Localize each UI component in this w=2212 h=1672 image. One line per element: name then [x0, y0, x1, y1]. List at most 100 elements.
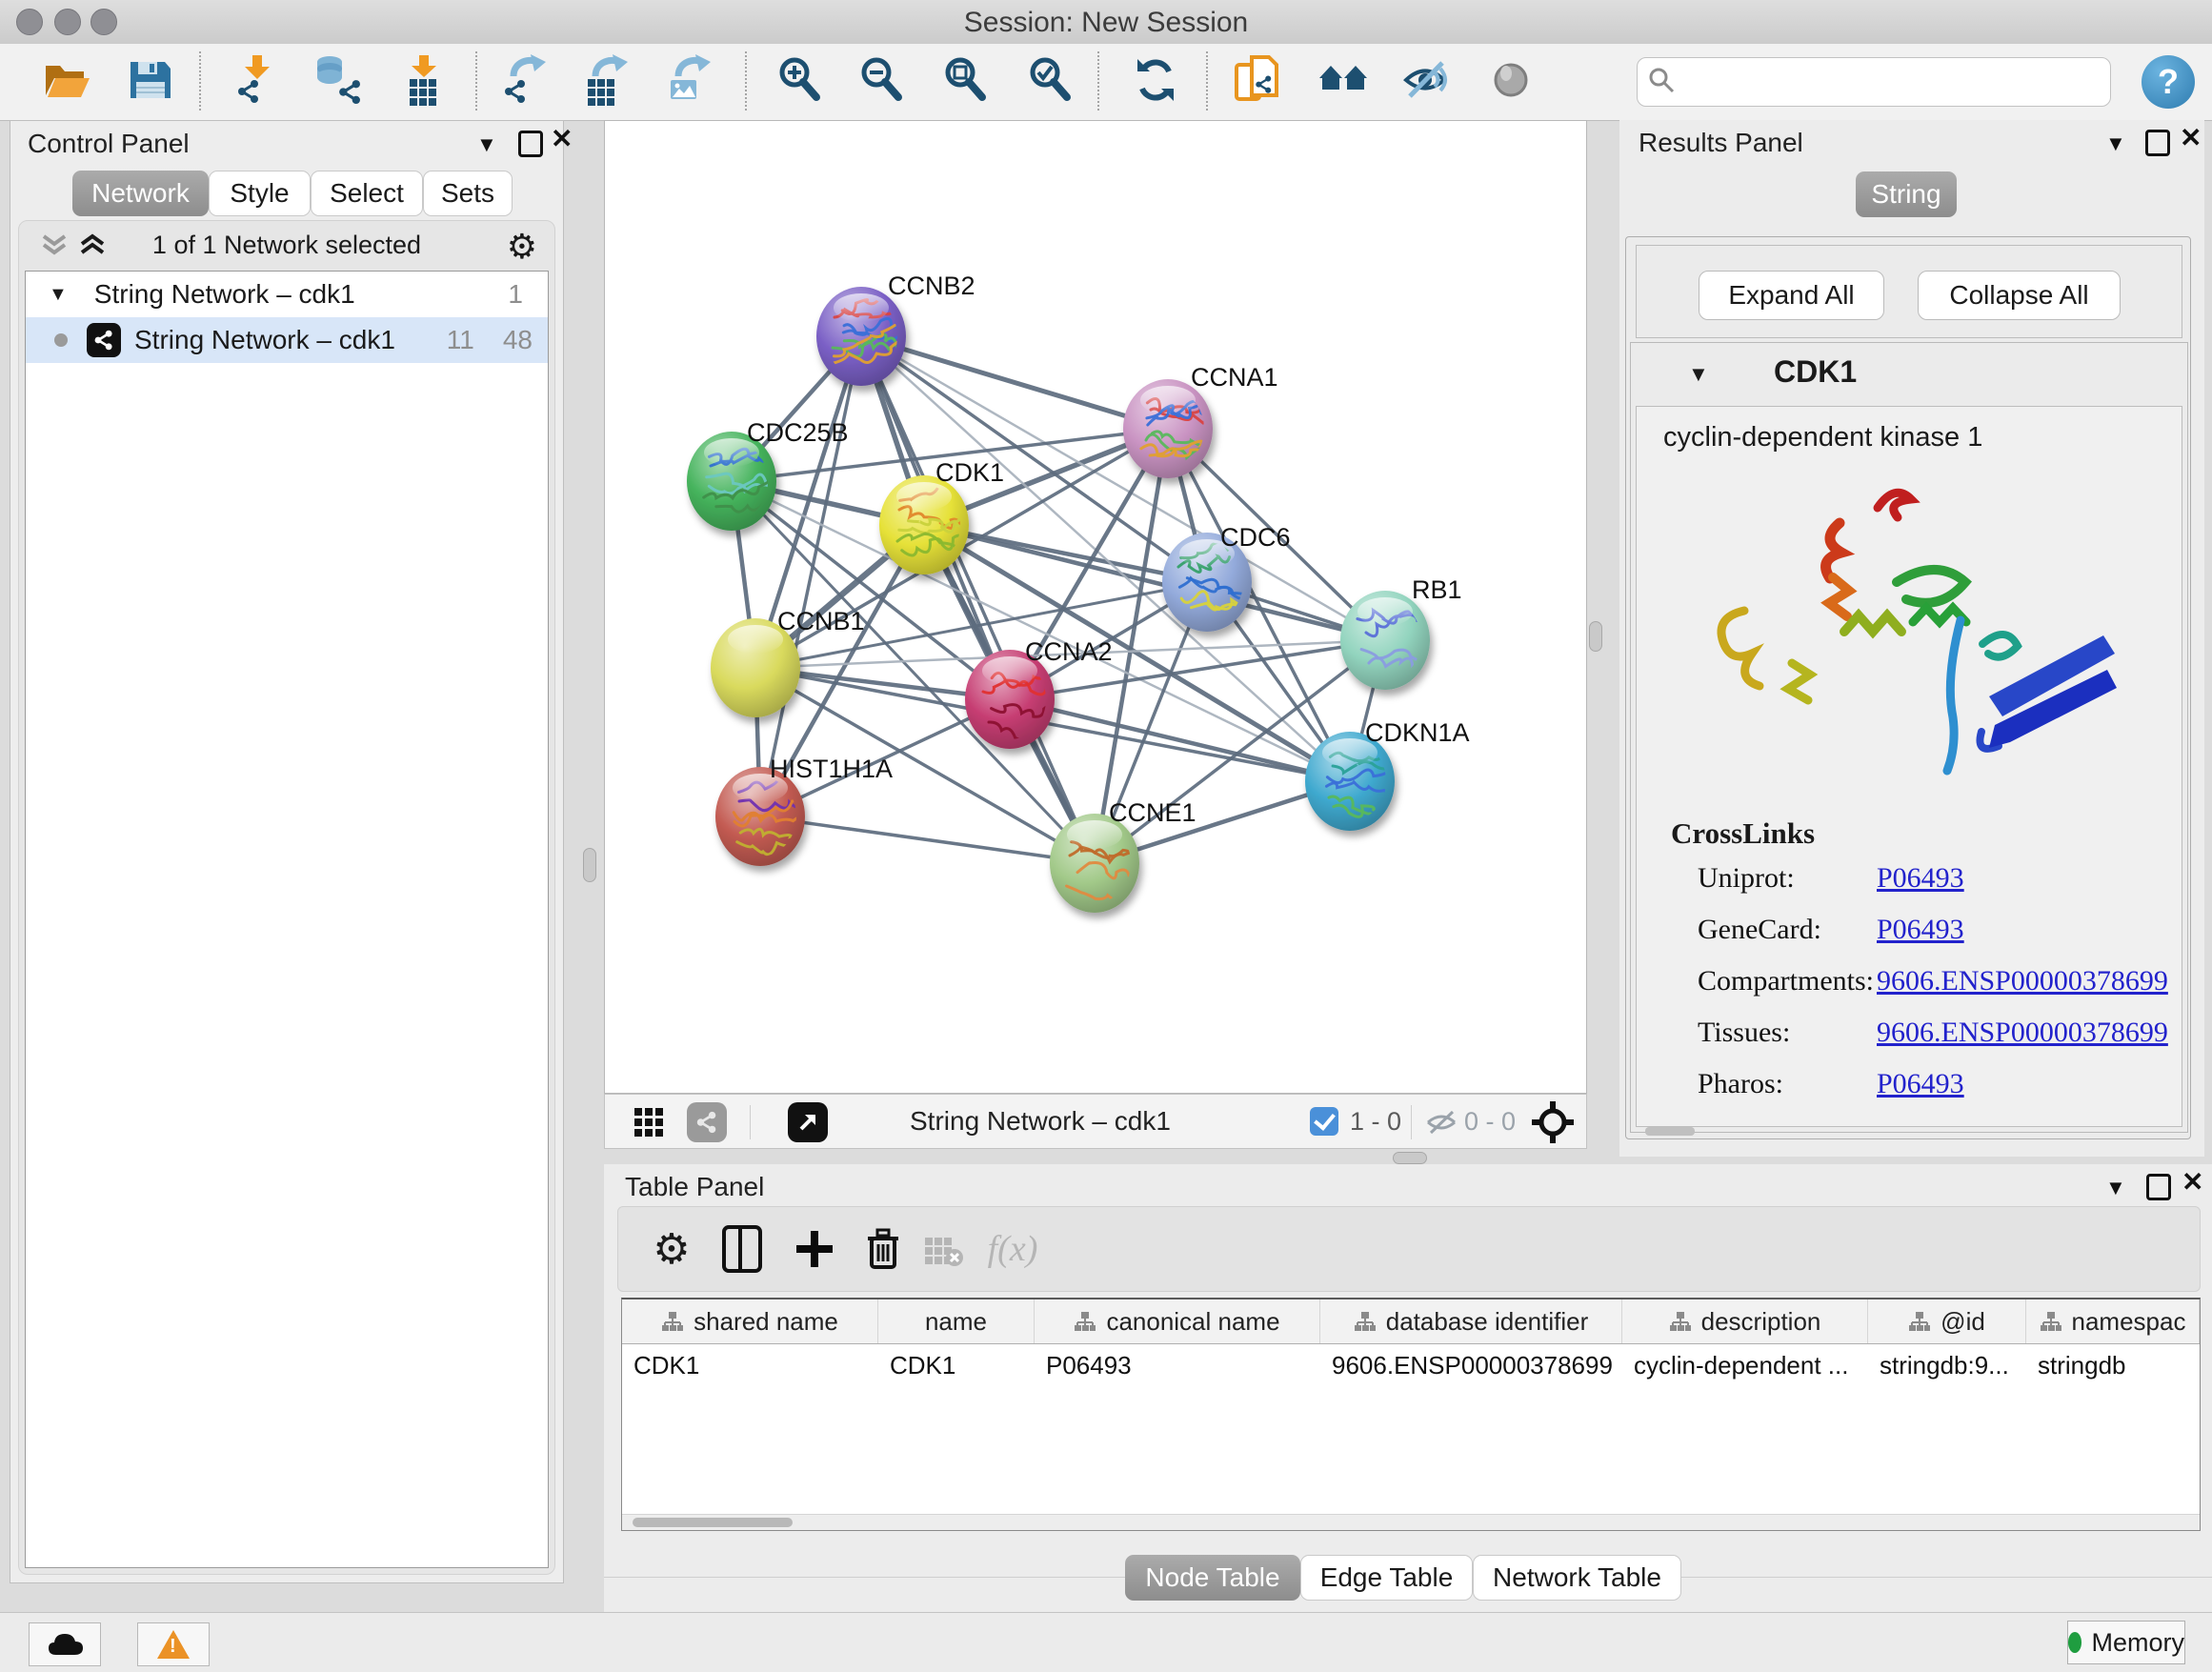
- save-session-button[interactable]: [124, 53, 179, 109]
- right-splitter-handle[interactable]: [1589, 621, 1602, 652]
- zoom-selected-button[interactable]: [1024, 53, 1079, 109]
- hide-graphics-details-button[interactable]: [1401, 53, 1457, 109]
- homes-button[interactable]: [1317, 53, 1373, 109]
- cell[interactable]: cyclin-dependent ...: [1622, 1344, 1868, 1386]
- results-panel-menu-caret-icon[interactable]: ▼: [2105, 131, 2126, 156]
- table-row[interactable]: CDK1CDK1P064939606.ENSP00000378699cyclin…: [622, 1344, 2200, 1386]
- zoom-fit-button[interactable]: [939, 53, 995, 109]
- tree-expander-icon[interactable]: ▼: [49, 284, 68, 306]
- expand-all-button[interactable]: Expand All: [1699, 271, 1884, 320]
- network-edge[interactable]: [760, 816, 1095, 863]
- column-header-database-identifier[interactable]: database identifier: [1320, 1299, 1622, 1343]
- gear-tool-button[interactable]: ⚙: [643, 1220, 700, 1278]
- open-session-button[interactable]: [40, 53, 95, 109]
- results-panel-close-button[interactable]: ✕: [2180, 128, 2202, 149]
- import-network-button[interactable]: [231, 53, 287, 109]
- tab-style[interactable]: Style: [209, 171, 311, 216]
- column-header-description[interactable]: description: [1622, 1299, 1868, 1343]
- network-options-gear-icon[interactable]: ⚙: [507, 227, 537, 267]
- export-image-button[interactable]: [663, 53, 718, 109]
- control-panel-float-button[interactable]: [518, 131, 543, 157]
- cell[interactable]: CDK1: [878, 1344, 1035, 1386]
- crosslink-link[interactable]: P06493: [1877, 1068, 1964, 1100]
- help-button[interactable]: ?: [2142, 55, 2195, 109]
- cell[interactable]: P06493: [1035, 1344, 1320, 1386]
- cell[interactable]: stringdb: [2026, 1344, 2200, 1386]
- crosshair-icon[interactable]: [1531, 1100, 1575, 1149]
- bottom-splitter-handle[interactable]: [1393, 1152, 1427, 1164]
- tab-string[interactable]: String: [1856, 171, 1957, 217]
- toolbar-separator: [745, 51, 747, 111]
- add-tool-button[interactable]: [786, 1220, 843, 1278]
- control-panel-menu-caret-icon[interactable]: ▼: [476, 132, 497, 157]
- network-node[interactable]: [1050, 814, 1140, 913]
- tab-network[interactable]: Network: [72, 171, 209, 216]
- column-header-namespac[interactable]: namespac: [2026, 1299, 2200, 1343]
- table-hscroll-thumb[interactable]: [633, 1518, 793, 1527]
- birdseye-grid-icon[interactable]: [633, 1107, 664, 1142]
- column-header--id[interactable]: @id: [1868, 1299, 2026, 1343]
- crosslink-row: Compartments: 9606.ENSP00000378699: [1637, 965, 2182, 1007]
- search-field[interactable]: [1637, 57, 2111, 107]
- column-header-canonical-name[interactable]: canonical name: [1035, 1299, 1320, 1343]
- network-tree-root-row[interactable]: ▼ String Network – cdk1 1: [26, 272, 548, 317]
- network-node-label: RB1: [1412, 575, 1462, 604]
- main-toolbar: ?: [0, 44, 2212, 121]
- warning-button[interactable]: !: [137, 1622, 210, 1666]
- clone-network-button[interactable]: [1233, 53, 1288, 109]
- import-table-button[interactable]: [396, 53, 452, 109]
- table-panel-close-button[interactable]: ✕: [2182, 1172, 2203, 1193]
- results-hscroll-thumb[interactable]: [1645, 1127, 1695, 1136]
- tab-select[interactable]: Select: [311, 171, 423, 216]
- crosslink-link[interactable]: 9606.ENSP00000378699: [1877, 965, 2168, 997]
- network-tree-item-row[interactable]: String Network – cdk1 11 48: [26, 317, 548, 363]
- export-network-button[interactable]: [498, 53, 553, 109]
- memory-button[interactable]: Memory: [2067, 1621, 2185, 1664]
- toolbar-separator: [199, 51, 201, 111]
- table-panel-float-button[interactable]: [2146, 1174, 2171, 1200]
- open-in-window-icon[interactable]: [788, 1102, 828, 1142]
- network-svg[interactable]: CCNB2 CCNA1 CDC25B CDK1 CDC6 RB1: [605, 121, 1586, 1093]
- table-panel-menu-caret-icon[interactable]: ▼: [2105, 1176, 2126, 1200]
- string-results-box: Expand All Collapse All ▼ CDK1 cyclin-de…: [1625, 236, 2191, 1139]
- crosslink-link[interactable]: 9606.ENSP00000378699: [1877, 1017, 2168, 1049]
- selected-checkbox-icon[interactable]: [1310, 1107, 1338, 1136]
- results-panel-float-button[interactable]: [2145, 130, 2170, 156]
- network-edge[interactable]: [760, 336, 861, 816]
- column-header-shared-name[interactable]: shared name: [622, 1299, 878, 1343]
- import-database-button[interactable]: [312, 53, 367, 109]
- cloud-button[interactable]: [29, 1622, 101, 1666]
- tab-sets[interactable]: Sets: [423, 171, 513, 216]
- render-mode-button[interactable]: [1484, 53, 1539, 109]
- column-label: namespac: [2072, 1307, 2186, 1337]
- cell[interactable]: CDK1: [622, 1344, 878, 1386]
- network-edge[interactable]: [861, 336, 1168, 429]
- columns-tool-button[interactable]: [714, 1220, 771, 1278]
- refresh-button[interactable]: [1129, 53, 1184, 109]
- tab-node-table[interactable]: Node Table: [1125, 1555, 1300, 1601]
- open-session-icon: [40, 53, 93, 107]
- table-hscrollbar[interactable]: [622, 1514, 2200, 1530]
- crosslink-link[interactable]: P06493: [1877, 914, 1964, 946]
- control-panel-close-button[interactable]: ✕: [551, 129, 573, 150]
- cell[interactable]: stringdb:9...: [1868, 1344, 2026, 1386]
- zoom-out-button[interactable]: [855, 53, 911, 109]
- search-input[interactable]: [1685, 67, 2110, 98]
- network-node[interactable]: [1340, 591, 1441, 690]
- crosslink-link[interactable]: P06493: [1877, 862, 1964, 895]
- tab-network-table[interactable]: Network Table: [1473, 1555, 1681, 1601]
- export-table-button[interactable]: [580, 53, 635, 109]
- network-share-badge-icon[interactable]: [687, 1102, 727, 1142]
- network-node[interactable]: [1123, 379, 1221, 478]
- column-label: name: [925, 1307, 987, 1337]
- collapse-all-button[interactable]: Collapse All: [1918, 271, 2121, 320]
- zoom-in-button[interactable]: [774, 53, 829, 109]
- trash-tool-button[interactable]: [855, 1220, 912, 1278]
- tab-edge-table[interactable]: Edge Table: [1300, 1555, 1473, 1601]
- network-canvas[interactable]: CCNB2 CCNA1 CDC25B CDK1 CDC6 RB1: [604, 120, 1587, 1094]
- column-header-name[interactable]: name: [878, 1299, 1035, 1343]
- export-table-icon: [580, 53, 633, 107]
- left-splitter-handle[interactable]: [583, 848, 596, 882]
- cell[interactable]: 9606.ENSP00000378699: [1320, 1344, 1622, 1386]
- section-expander-icon[interactable]: ▼: [1688, 362, 1709, 387]
